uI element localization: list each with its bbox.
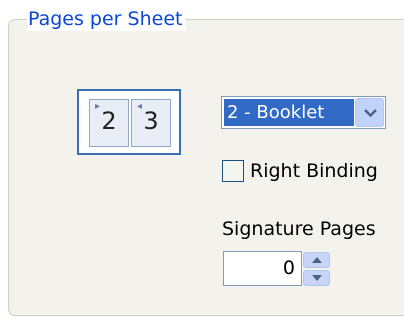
pages-per-sheet-selected-value[interactable]: 2 - Booklet (224, 99, 354, 126)
chevron-down-icon (364, 109, 377, 118)
dropdown-button[interactable] (355, 98, 384, 127)
preview-page-left: ▸ 2 (89, 99, 129, 147)
pages-per-sheet-dropdown[interactable]: 2 - Booklet (221, 96, 386, 129)
booklet-preview: ▸ 2 ◂ 3 (77, 89, 181, 155)
preview-page-number-right: 3 (143, 107, 159, 135)
signature-pages-input[interactable]: 0 (223, 251, 302, 286)
chevron-down-icon (312, 275, 322, 281)
right-binding-label[interactable]: Right Binding (250, 159, 378, 183)
preview-page-number-left: 2 (101, 107, 117, 135)
spin-down-button[interactable] (303, 270, 330, 286)
signature-pages-spinner[interactable] (303, 252, 330, 286)
right-binding-checkbox[interactable] (222, 160, 244, 182)
signature-pages-label: Signature Pages (222, 218, 376, 240)
spin-up-button[interactable] (303, 252, 330, 268)
chevron-up-icon (312, 257, 322, 263)
group-title: Pages per Sheet (27, 7, 187, 31)
right-binding-option[interactable]: Right Binding (222, 158, 378, 184)
preview-page-right: ◂ 3 (131, 99, 171, 147)
